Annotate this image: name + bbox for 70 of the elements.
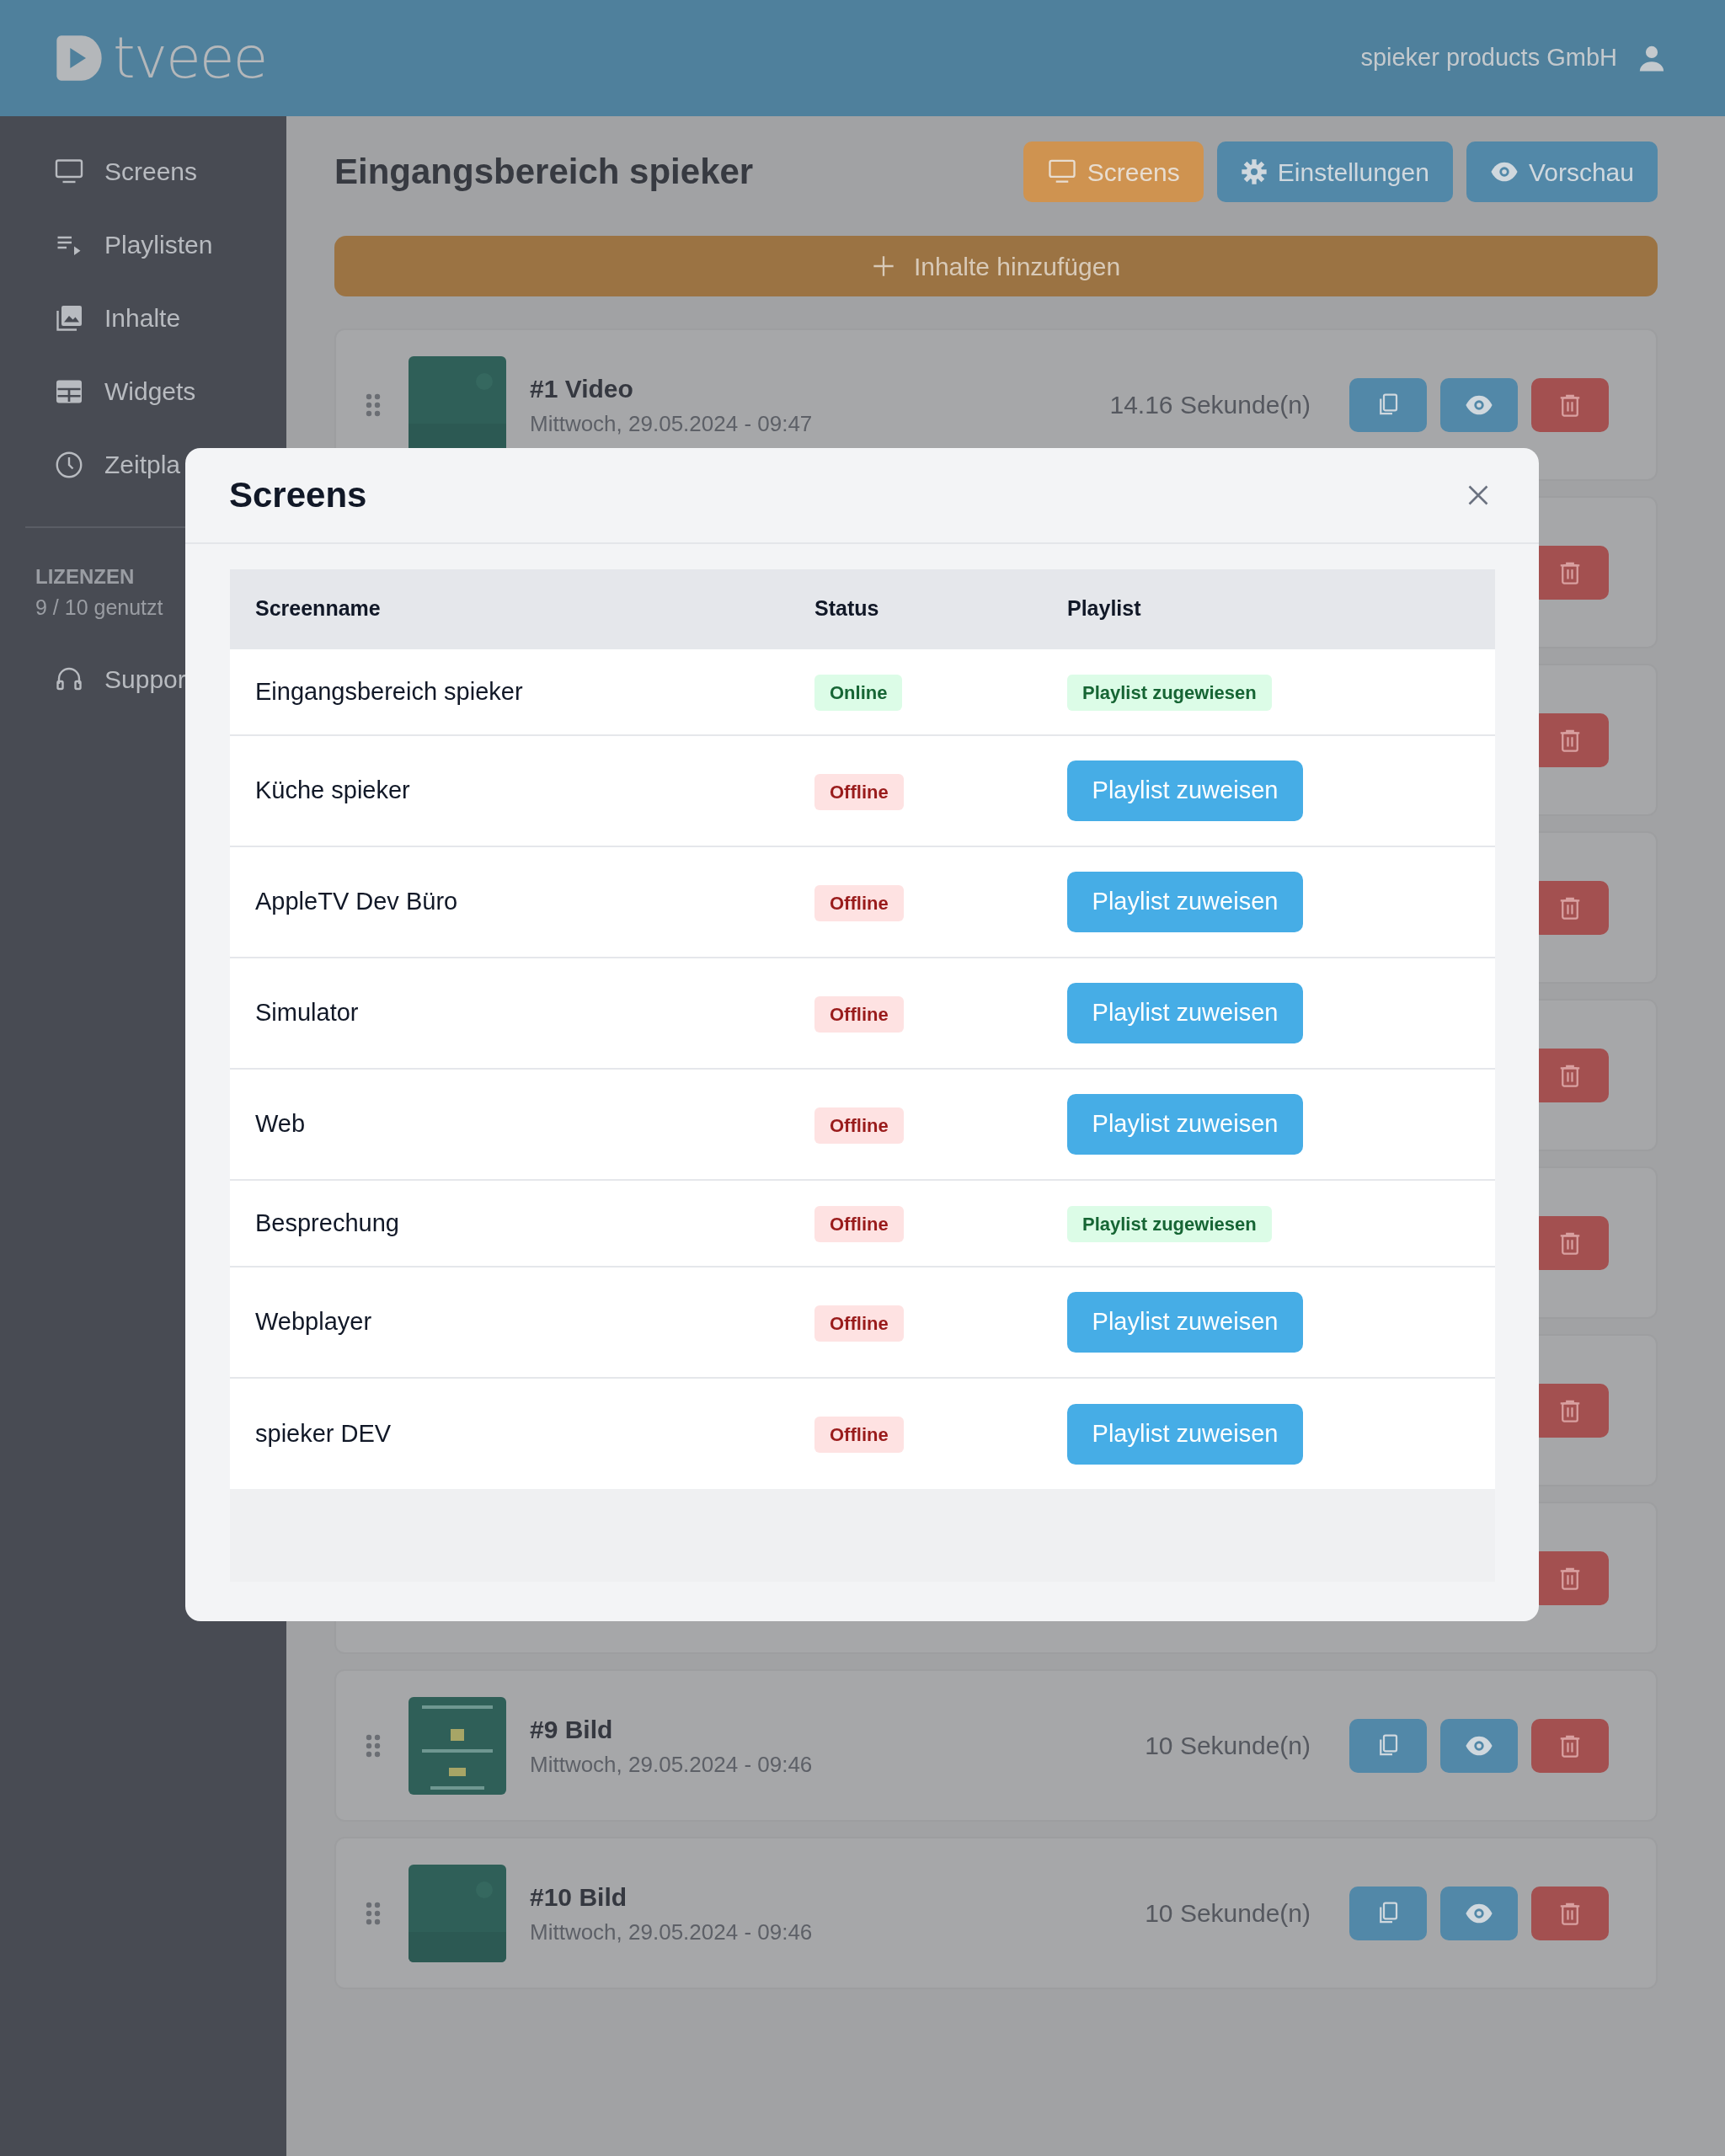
account-name[interactable]: spieker products GmbH (1360, 40, 1617, 77)
modal-title: Screens (229, 473, 367, 516)
table-cell: Webplayer (230, 1267, 789, 1378)
drag-handle-icon[interactable] (365, 1900, 382, 1926)
assign-playlist-button[interactable]: Playlist zuweisen (1067, 1403, 1303, 1465)
assign-playlist-button[interactable]: Playlist zuweisen (1067, 1292, 1303, 1353)
sidebar-item[interactable]: Suppor (104, 659, 186, 698)
status-badge: Offline (814, 1417, 904, 1453)
table-cell: Eingangsbereich spieker (230, 648, 789, 735)
status-badge: Offline (814, 773, 904, 810)
item-title: #9 Bild (530, 1714, 614, 1745)
preview-button[interactable] (1440, 377, 1518, 432)
eye-icon (1465, 1734, 1493, 1757)
delete-button[interactable] (1531, 1886, 1609, 1940)
item-title: #10 Bild (530, 1881, 628, 1913)
drag-handle-icon[interactable] (365, 392, 382, 418)
playlist-badge: Playlist zugewiesen (1067, 675, 1272, 711)
page-title: Eingangsbereich spieker (334, 150, 754, 193)
table-cell: Besprechung (230, 1180, 789, 1267)
plus-icon (871, 254, 895, 278)
item-date: Mittwoch, 29.05.2024 - 09:46 (530, 1750, 814, 1779)
table-cell: Simulator (230, 958, 789, 1069)
table-cell: Web (230, 1069, 789, 1180)
assign-playlist-button[interactable]: Playlist zuweisen (1067, 1094, 1303, 1155)
assign-playlist-button[interactable]: Playlist zuweisen (1067, 983, 1303, 1043)
item-duration: 14.16 Sekunde(n) (1109, 390, 1311, 420)
table-cell: AppleTV Dev Büro (230, 846, 789, 958)
column-header: Playlist (1042, 569, 1495, 648)
copy-button[interactable] (1349, 1886, 1427, 1940)
sidebar-item[interactable]: Screens (104, 152, 198, 190)
status-badge: Online (814, 675, 903, 711)
item-duration: 10 Sekunde(n) (1145, 1731, 1311, 1761)
status-badge: Offline (814, 1305, 904, 1342)
status-badge: Offline (814, 1107, 904, 1144)
item-duration: 10 Sekunde(n) (1145, 1898, 1311, 1929)
preview-button[interactable] (1440, 1718, 1518, 1773)
column-header: Screenname (230, 569, 789, 648)
eye-icon (1465, 1902, 1493, 1924)
status-badge: Offline (814, 1206, 904, 1242)
assign-playlist-button[interactable]: Playlist zuweisen (1067, 872, 1303, 932)
sidebar-item[interactable]: Inhalte (104, 299, 181, 337)
monitor-icon (1046, 158, 1077, 185)
status-badge: Offline (814, 995, 904, 1033)
gear-icon (1240, 158, 1268, 185)
add-content-button[interactable]: Inhalte hinzufügen (334, 236, 1658, 296)
playlist-badge: Playlist zugewiesen (1067, 1206, 1272, 1242)
item-title: #1 Video (530, 373, 634, 404)
copy-button[interactable] (1349, 377, 1427, 432)
eye-icon (1465, 393, 1493, 416)
item-date: Mittwoch, 29.05.2024 - 09:46 (530, 1918, 814, 1946)
delete-button[interactable] (1531, 1718, 1609, 1773)
column-header: Status (789, 569, 1042, 648)
item-date: Mittwoch, 29.05.2024 - 09:47 (530, 409, 814, 438)
toolbar-button[interactable]: Einstellungen (1216, 141, 1453, 202)
delete-button[interactable] (1531, 377, 1609, 432)
toolbar-button[interactable]: Vorschau (1466, 141, 1658, 202)
close-icon (1466, 483, 1490, 507)
drag-handle-icon[interactable] (365, 1732, 382, 1758)
logo-text[interactable]: tveee (113, 29, 267, 87)
preview-button[interactable] (1440, 1886, 1518, 1940)
sidebar-item[interactable]: Zeitpla (104, 446, 181, 483)
sidebar-item[interactable]: Playlisten (104, 226, 213, 264)
status-badge: Offline (814, 884, 904, 921)
assign-playlist-button[interactable]: Playlist zuweisen (1067, 760, 1303, 821)
toolbar-button[interactable]: Screens (1023, 141, 1204, 202)
user-icon[interactable] (1637, 44, 1666, 72)
table-cell: Küche spieker (230, 735, 789, 846)
sidebar-item[interactable]: Widgets (104, 372, 196, 410)
copy-button[interactable] (1349, 1718, 1427, 1773)
license-title: LIZENZEN (35, 564, 136, 590)
